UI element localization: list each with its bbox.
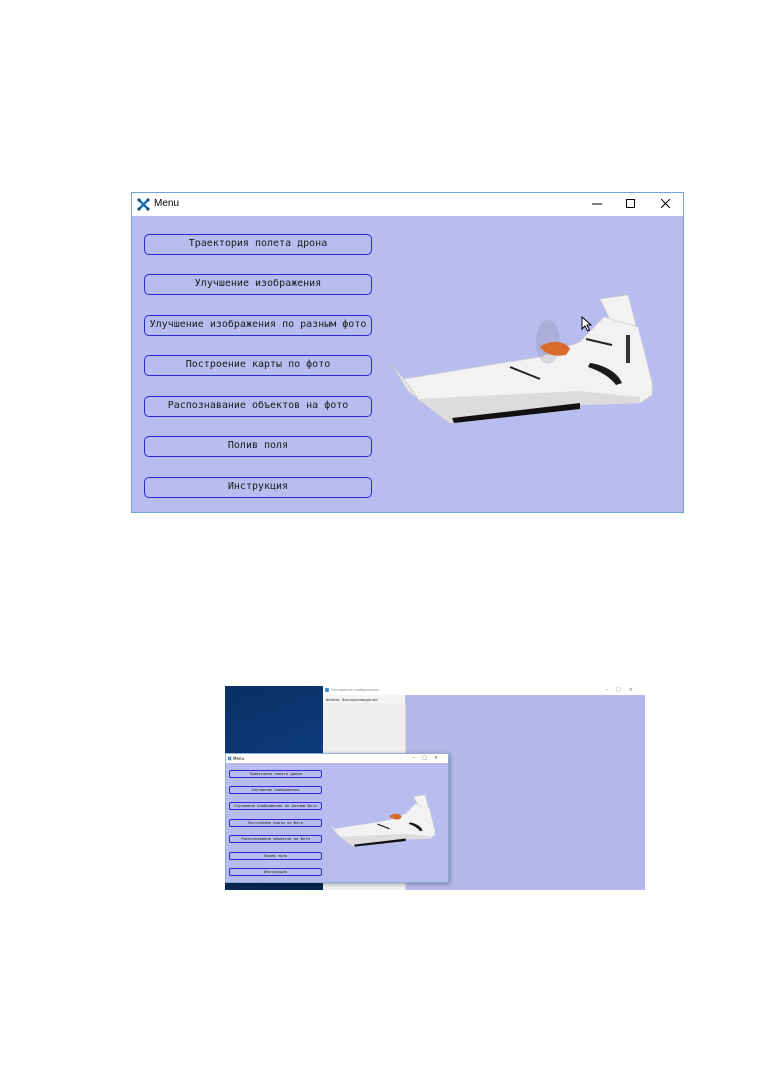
background-window-menubar: Файлы Воспроизведение	[323, 695, 405, 703]
small-menu-button[interactable]: Полив поля	[229, 852, 322, 860]
menu-window: Menu Траектория полета дрона Улучшение и…	[131, 192, 684, 513]
menu-files[interactable]: Файлы	[326, 697, 340, 702]
menu-button-field-watering[interactable]: Полив поля	[144, 436, 372, 457]
menu-button-enhance-multi[interactable]: Улучшение изображения по разным фото	[144, 315, 372, 336]
minimize-button[interactable]	[580, 193, 614, 216]
title-bar[interactable]: Menu	[132, 193, 683, 216]
small-menu-button[interactable]: Построение карты по фото	[229, 819, 322, 827]
close-icon	[661, 199, 671, 209]
small-menu-button[interactable]: Улучшение изображения по разным фото	[229, 802, 322, 810]
desktop-screenshot: Построение изображения –□× Файлы Воспрои…	[225, 686, 645, 890]
maximize-button[interactable]	[614, 193, 648, 216]
small-menu-button[interactable]: Распознавание объектов на фото	[229, 835, 322, 843]
background-window-titlebar[interactable]: Построение изображения –□×	[323, 686, 645, 695]
small-menu-titlebar[interactable]: Menu –□×	[226, 754, 448, 763]
small-menu-button[interactable]: Траектория полета дрона	[229, 770, 322, 778]
menu-button-trajectory[interactable]: Траектория полета дрона	[144, 234, 372, 255]
small-menu-button[interactable]: Инструкция	[229, 868, 322, 876]
drone-image	[391, 294, 653, 424]
close-button[interactable]	[649, 193, 683, 216]
background-window-title: Построение изображения	[331, 688, 379, 692]
maximize-icon	[626, 199, 635, 208]
drone-x-icon	[227, 756, 232, 761]
small-menu-title: Menu	[233, 756, 244, 761]
menu-button-object-detect[interactable]: Распознавание объектов на фото	[144, 396, 372, 417]
app-icon	[325, 688, 329, 692]
small-menu-window: Menu –□× Траектория полета дрона Улучшен…	[225, 753, 449, 883]
menu-playback[interactable]: Воспроизведение	[342, 697, 378, 702]
menu-button-instructions[interactable]: Инструкция	[144, 477, 372, 498]
mouse-cursor-icon	[581, 316, 593, 332]
minimize-icon	[592, 203, 602, 205]
small-menu-button[interactable]: Улучшение изображения	[229, 786, 322, 794]
window-title: Menu	[154, 198, 180, 209]
drone-x-icon	[137, 198, 150, 211]
small-window-controls[interactable]: –□×	[413, 755, 445, 761]
menu-button-build-map[interactable]: Построение карты по фото	[144, 355, 372, 376]
menu-button-enhance-image[interactable]: Улучшение изображения	[144, 274, 372, 295]
window-controls[interactable]: –□×	[606, 687, 641, 693]
drone-image	[329, 794, 435, 847]
